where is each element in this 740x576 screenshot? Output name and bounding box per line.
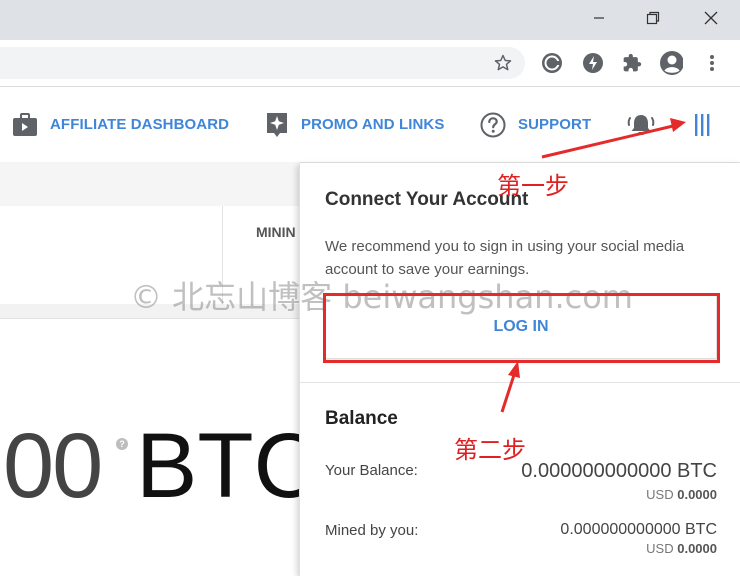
your-balance-usd-value: 0.0000 xyxy=(677,487,717,502)
big-unit: BTC xyxy=(136,415,320,517)
menu-bars-icon[interactable] xyxy=(692,87,712,162)
account-dropdown-panel: Connect Your Account We recommend you to… xyxy=(299,163,740,576)
login-highlight-box xyxy=(323,293,720,363)
mined-value: 0.000000000000 BTC xyxy=(560,521,717,538)
sparkle-card-icon xyxy=(265,111,289,139)
nav-promo-links[interactable]: PROMO AND LINKS xyxy=(265,87,444,162)
help-tooltip-icon[interactable]: ? xyxy=(116,438,128,450)
mined-usd-value: 0.0000 xyxy=(677,541,717,556)
restore-icon[interactable] xyxy=(630,4,676,32)
extension-bolt-icon[interactable] xyxy=(581,51,605,75)
page-strip xyxy=(0,162,300,207)
your-balance-value: 0.000000000000 BTC xyxy=(521,460,717,482)
mined-usd-prefix: USD xyxy=(646,541,674,556)
nav-support-label: SUPPORT xyxy=(518,116,592,133)
balance-title: Balance xyxy=(325,408,398,429)
mining-label: MININ xyxy=(256,224,296,240)
profile-icon[interactable] xyxy=(659,51,683,75)
star-icon[interactable] xyxy=(491,51,515,75)
address-bar[interactable] xyxy=(0,47,525,79)
nav-affiliate-label: AFFILIATE DASHBOARD xyxy=(50,116,230,133)
mined-usd: USD 0.0000 xyxy=(646,541,717,556)
extension-c-icon[interactable] xyxy=(540,51,564,75)
puzzle-icon[interactable] xyxy=(620,51,644,75)
menu-dots-icon[interactable] xyxy=(700,51,724,75)
mined-label: Mined by you: xyxy=(325,522,419,539)
your-balance-label: Your Balance: xyxy=(325,462,418,479)
minimize-icon[interactable] xyxy=(576,4,622,32)
site-nav: AFFILIATE DASHBOARD PROMO AND LINKS SUPP… xyxy=(0,87,740,163)
nav-support[interactable]: SUPPORT xyxy=(480,87,591,162)
help-circle-icon xyxy=(480,112,506,138)
bell-icon[interactable] xyxy=(626,87,656,162)
big-amount: 00 xyxy=(3,415,103,517)
your-balance-usd-prefix: USD xyxy=(646,487,674,502)
your-balance-usd: USD 0.0000 xyxy=(646,487,717,502)
briefcase-icon xyxy=(12,112,38,138)
browser-titlebar xyxy=(0,0,740,40)
nav-affiliate-dashboard[interactable]: AFFILIATE DASHBOARD xyxy=(12,87,229,162)
panel-divider xyxy=(300,382,740,383)
nav-promo-label: PROMO AND LINKS xyxy=(301,116,445,133)
close-icon[interactable] xyxy=(688,4,734,32)
browser-toolbar xyxy=(0,40,740,87)
step2-label: 第二步 xyxy=(454,436,526,464)
step1-label: 第一步 xyxy=(497,172,569,200)
